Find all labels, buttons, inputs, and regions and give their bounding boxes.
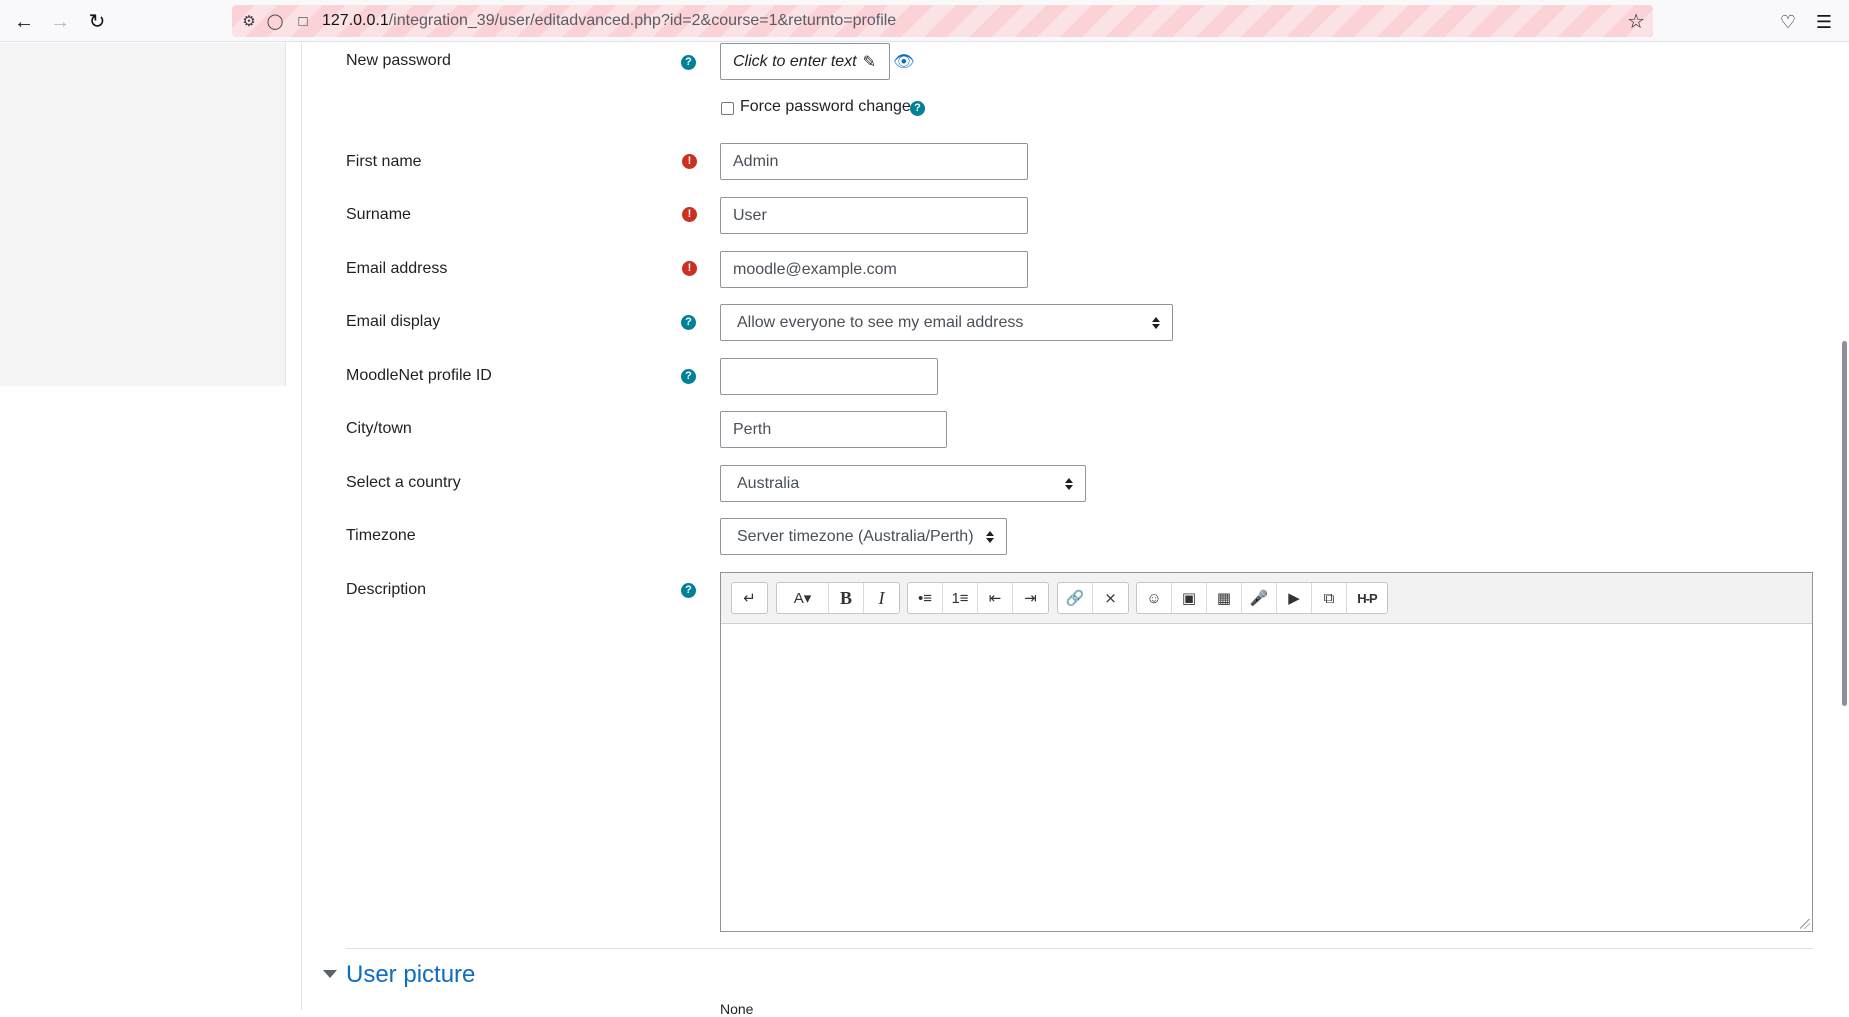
link-icon[interactable]: 🔗	[1058, 583, 1093, 613]
back-icon[interactable]: ←	[11, 9, 37, 35]
h5p-icon[interactable]: H-P	[1347, 583, 1387, 613]
country-label: Select a country	[346, 474, 461, 491]
scrollbar-thumb[interactable]	[1842, 341, 1847, 706]
reveal-password-eye-icon[interactable]: 👁	[893, 52, 915, 72]
email-address-label: Email address	[346, 260, 448, 277]
image-icon[interactable]: ▣	[1172, 583, 1207, 613]
record-audio-icon[interactable]: 🎤	[1242, 583, 1277, 613]
unlink-icon[interactable]: ⨯	[1093, 583, 1128, 613]
menu-icon[interactable]: ☰	[1811, 9, 1837, 35]
toolbar-group-media: ☺ ▣ ▦ 🎤 ▶ ⧉ H-P	[1136, 582, 1388, 614]
url-text[interactable]: 127.0.0.1/integration_39/user/editadvanc…	[322, 12, 896, 30]
forward-icon[interactable]: →	[47, 9, 73, 35]
page-icon[interactable]: □	[292, 10, 314, 32]
help-icon[interactable]: ?	[681, 315, 696, 330]
required-icon: !	[682, 207, 697, 222]
manage-files-icon[interactable]: ⧉	[1312, 583, 1347, 613]
indent-icon[interactable]: ⇥	[1013, 583, 1048, 613]
description-editor[interactable]: ↵ A▾ B I •≡ 1≡ ⇤ ⇥ 🔗 ⨯ ☺ ▣ ▦ 🎤 ▶ ⧉ H-P	[720, 572, 1813, 932]
toolbar-group-links: 🔗 ⨯	[1057, 582, 1129, 614]
first-name-label: First name	[346, 153, 422, 170]
new-password-field[interactable]: Click to enter text ✎	[720, 43, 890, 80]
collapse-chevron-icon[interactable]	[323, 970, 337, 978]
emoticon-icon[interactable]: ☺	[1137, 583, 1172, 613]
surname-input[interactable]: User	[720, 197, 1028, 234]
help-icon[interactable]: ?	[681, 369, 696, 384]
ordered-list-icon[interactable]: 1≡	[943, 583, 978, 613]
current-picture-value: None	[720, 1001, 754, 1017]
unordered-list-icon[interactable]: •≡	[908, 583, 943, 613]
required-icon: !	[682, 261, 697, 276]
help-icon[interactable]: ?	[681, 55, 696, 70]
required-icon: !	[682, 154, 697, 169]
email-address-input[interactable]: moodle@example.com	[720, 251, 1028, 288]
email-display-value: Allow everyone to see my email address	[737, 313, 1024, 331]
user-picture-section-title[interactable]: User picture	[346, 961, 475, 989]
editor-resize-handle[interactable]	[1800, 919, 1810, 929]
page-scrollbar[interactable]	[1837, 43, 1849, 1010]
left-drawer	[0, 43, 286, 386]
browser-toolbar: ← → ↻ ⚙ ◯ □ 127.0.0.1/integration_39/use…	[0, 0, 1849, 42]
shield-icon[interactable]: ◯	[264, 10, 286, 32]
show-more-buttons-icon[interactable]: ↵	[732, 583, 767, 613]
url-host: 127.0.0.1	[322, 12, 389, 29]
help-icon[interactable]: ?	[910, 101, 925, 116]
email-display-select[interactable]: Allow everyone to see my email address	[720, 304, 1173, 341]
email-display-label: Email display	[346, 313, 441, 330]
content-border	[301, 43, 302, 1010]
toolbar-group-lists: •≡ 1≡ ⇤ ⇥	[907, 582, 1049, 614]
pocket-icon[interactable]: ♡	[1775, 9, 1801, 35]
url-path: /integration_39/user/editadvanced.php?id…	[388, 12, 897, 29]
toolbar-group-collapse: ↵	[731, 582, 768, 614]
timezone-label: Timezone	[346, 527, 416, 544]
bold-icon[interactable]: B	[829, 583, 864, 613]
remote-control-icon[interactable]: ⚙	[238, 10, 260, 32]
force-password-change-checkbox[interactable]	[721, 102, 734, 115]
section-divider	[346, 948, 1813, 949]
country-value: Australia	[737, 474, 800, 492]
italic-icon[interactable]: I	[864, 583, 899, 613]
media-icon[interactable]: ▦	[1207, 583, 1242, 613]
country-select[interactable]: Australia	[720, 465, 1086, 502]
city-town-label: City/town	[346, 420, 412, 437]
help-icon[interactable]: ?	[681, 583, 696, 598]
pencil-icon: ✎	[862, 53, 877, 71]
moodlenet-profile-id-label: MoodleNet profile ID	[346, 367, 492, 384]
first-name-input[interactable]: Admin	[720, 143, 1028, 180]
outdent-icon[interactable]: ⇤	[978, 583, 1013, 613]
paragraph-styles-icon[interactable]: A▾	[777, 583, 829, 613]
url-bar[interactable]: ⚙ ◯ □ 127.0.0.1/integration_39/user/edit…	[232, 5, 1653, 37]
description-label: Description	[346, 581, 427, 598]
new-password-label: New password	[346, 52, 451, 69]
editor-toolbar: ↵ A▾ B I •≡ 1≡ ⇤ ⇥ 🔗 ⨯ ☺ ▣ ▦ 🎤 ▶ ⧉ H-P	[721, 573, 1812, 624]
new-password-placeholder: Click to enter text	[733, 52, 857, 70]
moodlenet-profile-id-input[interactable]	[720, 358, 938, 395]
record-video-icon[interactable]: ▶	[1277, 583, 1312, 613]
bookmark-star-icon[interactable]: ☆	[1627, 9, 1645, 34]
timezone-value: Server timezone (Australia/Perth)	[737, 527, 974, 545]
reload-icon[interactable]: ↻	[84, 9, 110, 35]
force-password-change-label: Force password change	[740, 98, 911, 115]
timezone-select[interactable]: Server timezone (Australia/Perth)	[720, 518, 1007, 555]
city-town-input[interactable]: Perth	[720, 411, 947, 448]
toolbar-group-style: A▾ B I	[776, 582, 900, 614]
surname-label: Surname	[346, 206, 411, 223]
